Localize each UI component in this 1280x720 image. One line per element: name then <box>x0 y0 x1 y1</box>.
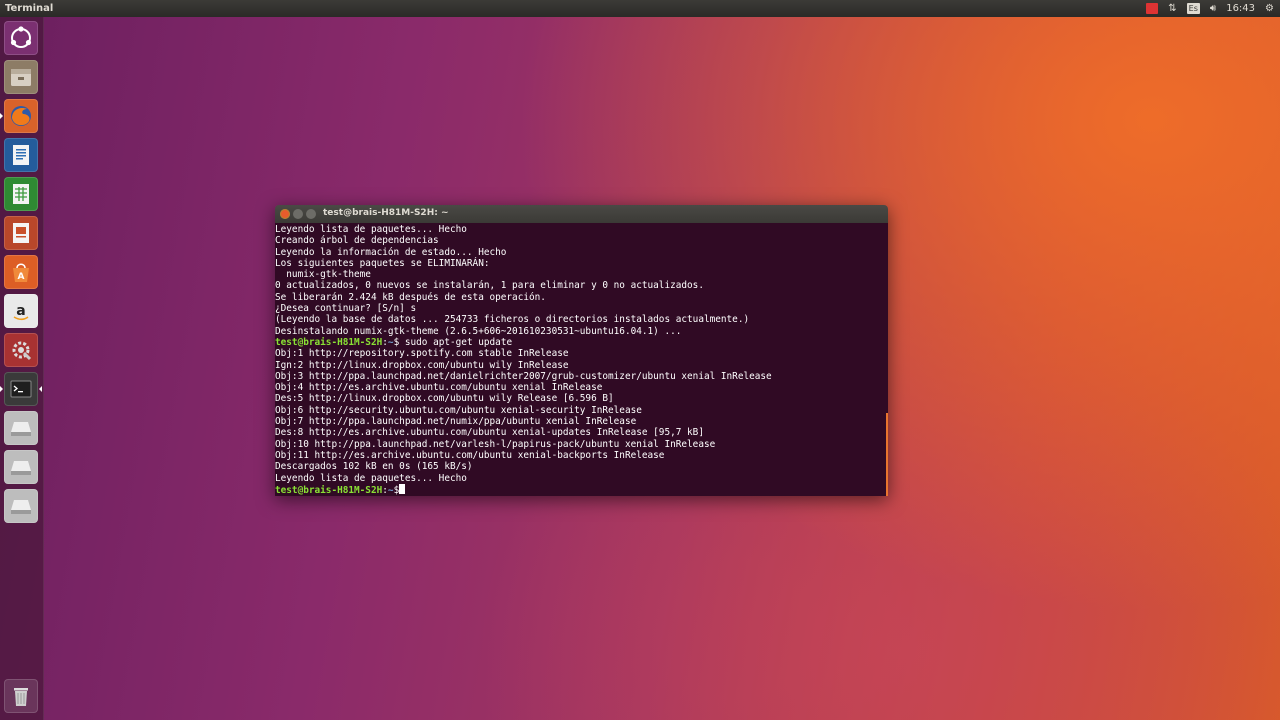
terminal-line: Creando árbol de dependencias <box>275 235 439 247</box>
terminal-output[interactable]: Leyendo lista de paquetes... Hecho Creand… <box>275 223 888 496</box>
terminal-line: Obj:10 http://ppa.launchpad.net/varlesh-… <box>275 438 716 450</box>
terminal-window[interactable]: test@brais-H81M-S2H: ~ Leyendo lista de … <box>275 205 888 496</box>
amazon-button[interactable]: a <box>4 294 38 328</box>
launcher: A a <box>0 17 44 720</box>
volume-icon[interactable]: 🔊︎ <box>1210 2 1216 15</box>
terminal-line: Des:5 http://linux.dropbox.com/ubuntu wi… <box>275 393 614 405</box>
terminal-line: Leyendo lista de paquetes... Hecho <box>275 472 467 484</box>
terminal-line: Obj:7 http://ppa.launchpad.net/numix/ppa… <box>275 416 637 428</box>
terminal-line: Obj:11 http://es.archive.ubuntu.com/ubun… <box>275 449 665 461</box>
minimize-window-button[interactable] <box>293 209 303 219</box>
focused-indicator <box>39 386 42 392</box>
running-indicator <box>0 113 3 119</box>
terminal-line: Los siguientes paquetes se ELIMINARÁN: <box>275 257 490 269</box>
drive-button-1[interactable] <box>4 411 38 445</box>
window-title: test@brais-H81M-S2H: ~ <box>323 208 449 218</box>
software-center-button[interactable]: A <box>4 255 38 289</box>
terminal-line: 0 actualizados, 0 nuevos se instalarán, … <box>275 280 704 292</box>
close-window-button[interactable] <box>280 209 290 219</box>
notification-indicator-icon[interactable] <box>1146 2 1159 15</box>
impress-icon <box>13 223 29 243</box>
scrollbar[interactable] <box>886 413 888 496</box>
keyboard-layout-indicator[interactable]: Es <box>1186 2 1200 15</box>
terminal-line: numix-gtk-theme <box>275 269 371 281</box>
terminal-line: Descargados 102 kB en 0s (165 kB/s) <box>275 461 473 473</box>
clock[interactable]: 16:43 <box>1226 2 1255 15</box>
current-prompt-line[interactable]: test@brais-H81M-S2H:~$ <box>275 483 888 496</box>
terminal-line: Obj:4 http://es.archive.ubuntu.com/ubunt… <box>275 382 603 394</box>
trash-button[interactable] <box>4 679 38 713</box>
svg-text:a: a <box>16 303 25 319</box>
firefox-icon <box>11 106 31 126</box>
terminal-line: Leyendo lista de paquetes... Hecho <box>275 224 467 235</box>
terminal-line: Se liberarán 2.424 kB después de esta op… <box>275 291 546 303</box>
running-indicator <box>0 386 3 392</box>
system-gear-icon[interactable]: ⚙ <box>1265 2 1274 15</box>
writer-button[interactable] <box>4 138 38 172</box>
calc-icon <box>13 184 29 204</box>
drive-icon <box>11 422 31 436</box>
writer-icon <box>13 145 29 165</box>
text-cursor <box>399 483 406 494</box>
prompt-line: test@brais-H81M-S2H:~$ sudo apt-get upda… <box>275 337 888 348</box>
prompt-user: test@brais-H81M-S2H <box>275 336 383 348</box>
output-block-1: Leyendo lista de paquetes... Hecho Creand… <box>275 224 888 337</box>
terminal-line: Obj:1 http://repository.spotify.com stab… <box>275 348 569 360</box>
terminal-line: (Leyendo la base de datos ... 254733 fic… <box>275 314 750 326</box>
terminal-icon <box>10 380 32 398</box>
drive-icon <box>11 500 31 514</box>
drive-button-2[interactable] <box>4 450 38 484</box>
maximize-window-button[interactable] <box>306 209 316 219</box>
svg-text:A: A <box>18 272 25 282</box>
terminal-line: Ign:2 http://linux.dropbox.com/ubuntu wi… <box>275 359 569 371</box>
calc-button[interactable] <box>4 177 38 211</box>
terminal-line: Obj:3 http://ppa.launchpad.net/danielric… <box>275 370 772 382</box>
settings-icon <box>12 341 32 361</box>
terminal-line: ¿Desea continuar? [S/n] s <box>275 303 417 315</box>
terminal-line: Desinstalando numix-gtk-theme (2.6.5+606… <box>275 325 682 337</box>
prompt-user: test@brais-H81M-S2H <box>275 484 383 496</box>
dash-button[interactable] <box>4 21 38 55</box>
drive-icon <box>11 461 31 475</box>
trash-icon <box>14 688 28 706</box>
files-icon <box>11 69 31 86</box>
top-panel: Terminal ⇅ Es 🔊︎ 16:43 ⚙ <box>0 0 1280 17</box>
software-center-icon: A <box>13 263 29 282</box>
files-button[interactable] <box>4 60 38 94</box>
window-titlebar[interactable]: test@brais-H81M-S2H: ~ <box>275 205 888 223</box>
terminal-line: Des:8 http://es.archive.ubuntu.com/ubunt… <box>275 427 704 439</box>
terminal-line: Obj:6 http://security.ubuntu.com/ubuntu … <box>275 404 642 416</box>
active-app-title: Terminal <box>5 3 54 14</box>
network-arrows-icon[interactable]: ⇅ <box>1168 2 1176 15</box>
dash-icon <box>10 26 32 48</box>
command-text: sudo apt-get update <box>399 336 513 348</box>
drive-button-3[interactable] <box>4 489 38 523</box>
output-block-2: Obj:1 http://repository.spotify.com stab… <box>275 348 888 484</box>
firefox-button[interactable] <box>4 99 38 133</box>
terminal-line: Leyendo la información de estado... Hech… <box>275 246 507 258</box>
terminal-button[interactable] <box>4 372 38 406</box>
settings-button[interactable] <box>4 333 38 367</box>
impress-button[interactable] <box>4 216 38 250</box>
amazon-icon: a <box>13 303 29 321</box>
indicator-area: ⇅ Es 🔊︎ 16:43 ⚙ <box>1146 2 1280 15</box>
